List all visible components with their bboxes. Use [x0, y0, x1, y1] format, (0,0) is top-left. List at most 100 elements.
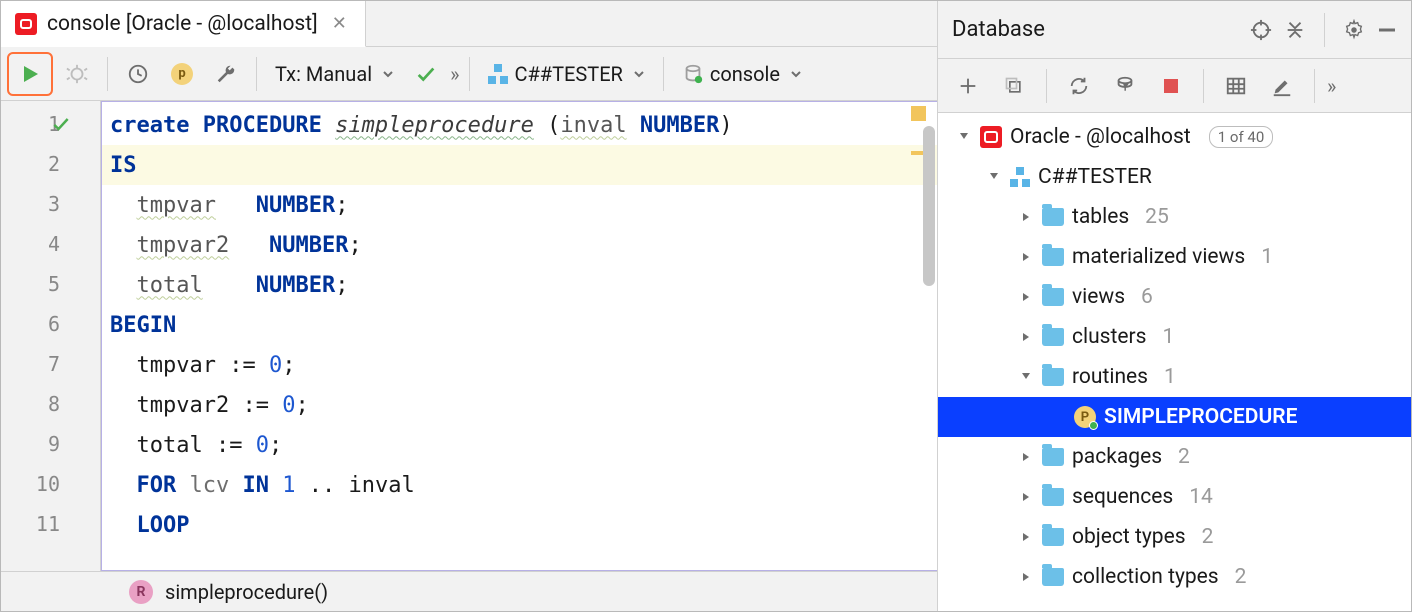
editor-tab-label: console [Oracle - @localhost] [47, 12, 318, 36]
editor-tabbar: console [Oracle - @localhost] ✕ [1, 1, 937, 47]
expand-arrow-icon[interactable] [1018, 251, 1034, 263]
wrench-button[interactable] [206, 54, 246, 94]
tree-node-label: packages [1072, 445, 1162, 469]
expand-arrow-icon[interactable] [1018, 491, 1034, 503]
tree-node-count: 1 [1164, 365, 1176, 389]
refresh-button[interactable] [1059, 66, 1099, 106]
editor-gutter: 1234567891011 [1, 101, 101, 571]
tree-node-label: views [1072, 285, 1125, 309]
schema-label: C##TESTER [514, 62, 622, 86]
toolbar-more-1[interactable]: » [450, 62, 459, 86]
expand-arrow-icon[interactable] [1018, 571, 1034, 583]
tree-node-count: 1 [1261, 245, 1273, 269]
add-datasource-button[interactable] [948, 66, 988, 106]
folder-icon [1042, 328, 1064, 346]
tx-mode-selector[interactable]: Tx: Manual [267, 62, 402, 86]
history-button[interactable] [118, 54, 158, 94]
tree-node-count: 14 [1189, 485, 1213, 509]
status-routine-name: simpleprocedure() [165, 580, 328, 604]
tree-folder-node[interactable]: collection types 2 [938, 557, 1411, 597]
folder-icon [1042, 448, 1064, 466]
tree-node-count: 2 [1202, 525, 1214, 549]
target-icon[interactable] [1250, 19, 1272, 41]
param-p-button[interactable]: p [162, 54, 202, 94]
schema-selector[interactable]: C##TESTER [480, 62, 652, 86]
code-editor[interactable]: 1234567891011 create PROCEDURE simplepro… [1, 101, 937, 571]
tree-node-count: 1 [1162, 325, 1174, 349]
expand-arrow-icon[interactable] [956, 131, 972, 143]
routine-badge-icon: R [129, 580, 153, 604]
chevron-down-icon [790, 68, 802, 80]
tree-node-count: 25 [1145, 205, 1169, 229]
status-bar: R simpleprocedure() [1, 571, 937, 611]
tree-folder-node[interactable]: routines 1 [938, 357, 1411, 397]
table-view-button[interactable] [1216, 66, 1256, 106]
schema-icon [1010, 167, 1030, 187]
folder-icon [1042, 528, 1064, 546]
tree-folder-node[interactable]: object types 2 [938, 517, 1411, 557]
tree-folder-node[interactable]: tables 25 [938, 197, 1411, 237]
folder-icon [1042, 288, 1064, 306]
tree-folder-node[interactable]: packages 2 [938, 437, 1411, 477]
folder-icon [1042, 208, 1064, 226]
collapse-icon[interactable] [1284, 19, 1306, 41]
console-label: console [710, 62, 780, 86]
tree-node-label: SIMPLEPROCEDURE [1104, 405, 1297, 429]
schema-icon [488, 64, 508, 84]
tree-node-label: routines [1072, 365, 1148, 389]
tree-node-count: 2 [1235, 565, 1247, 589]
run-button[interactable] [7, 52, 53, 96]
gear-icon[interactable] [1343, 19, 1365, 41]
database-toolbar: » [938, 59, 1411, 113]
db-toolbar-more[interactable]: » [1327, 74, 1336, 98]
expand-arrow-icon[interactable] [1018, 331, 1034, 343]
folder-icon [1042, 568, 1064, 586]
tree-node-label: materialized views [1072, 245, 1245, 269]
editor-content[interactable]: create PROCEDURE simpleprocedure (inval … [101, 101, 937, 571]
expand-arrow-icon[interactable] [1018, 451, 1034, 463]
hide-panel-icon[interactable] [1377, 20, 1397, 40]
duplicate-button[interactable] [994, 66, 1034, 106]
expand-arrow-icon[interactable] [986, 171, 1002, 183]
folder-icon [1042, 488, 1064, 506]
procedure-icon: P [1074, 406, 1096, 428]
tree-folder-node[interactable]: views6 [938, 277, 1411, 317]
folder-icon [1042, 248, 1064, 266]
tree-node-label: sequences [1072, 485, 1173, 509]
schema-node-label: C##TESTER [1038, 165, 1152, 189]
tree-folder-node[interactable]: materialized views 1 [938, 237, 1411, 277]
tx-mode-label: Tx: Manual [275, 62, 372, 86]
close-tab-icon[interactable]: ✕ [328, 13, 351, 34]
tree-schema-node[interactable]: C##TESTER [938, 157, 1411, 197]
tree-procedure-node[interactable]: P SIMPLEPROCEDURE [938, 397, 1411, 437]
tree-node-label: clusters [1072, 325, 1146, 349]
expand-arrow-icon[interactable] [1018, 531, 1034, 543]
editor-scrollbar[interactable] [921, 102, 937, 570]
stop-button[interactable] [1151, 66, 1191, 106]
edit-button[interactable] [1262, 66, 1302, 106]
oracle-icon [15, 13, 37, 35]
tree-folder-node[interactable]: sequences 14 [938, 477, 1411, 517]
database-tree[interactable]: Oracle - @localhost 1 of 40 C##TESTER ta… [938, 113, 1411, 611]
folder-icon [1042, 368, 1064, 386]
debug-button[interactable] [57, 54, 97, 94]
tree-node-label: tables [1072, 205, 1129, 229]
console-selector[interactable]: console [674, 62, 810, 86]
filter-button[interactable] [1105, 66, 1145, 106]
oracle-icon [980, 126, 1002, 148]
chevron-down-icon [633, 68, 645, 80]
editor-tab[interactable]: console [Oracle - @localhost] ✕ [1, 1, 366, 47]
connection-count-pill: 1 of 40 [1209, 126, 1274, 148]
datasource-icon [682, 63, 704, 85]
tree-node-label: collection types [1072, 565, 1219, 589]
tree-folder-node[interactable]: clusters 1 [938, 317, 1411, 357]
commit-button[interactable] [406, 54, 446, 94]
database-panel-title: Database [952, 17, 1238, 42]
expand-arrow-icon[interactable] [1018, 211, 1034, 223]
expand-arrow-icon[interactable] [1018, 291, 1034, 303]
database-panel-header: Database [938, 1, 1411, 59]
tree-connection-node[interactable]: Oracle - @localhost 1 of 40 [938, 117, 1411, 157]
tree-node-label: object types [1072, 525, 1186, 549]
tree-node-count: 2 [1178, 445, 1190, 469]
expand-arrow-icon[interactable] [1018, 371, 1034, 383]
